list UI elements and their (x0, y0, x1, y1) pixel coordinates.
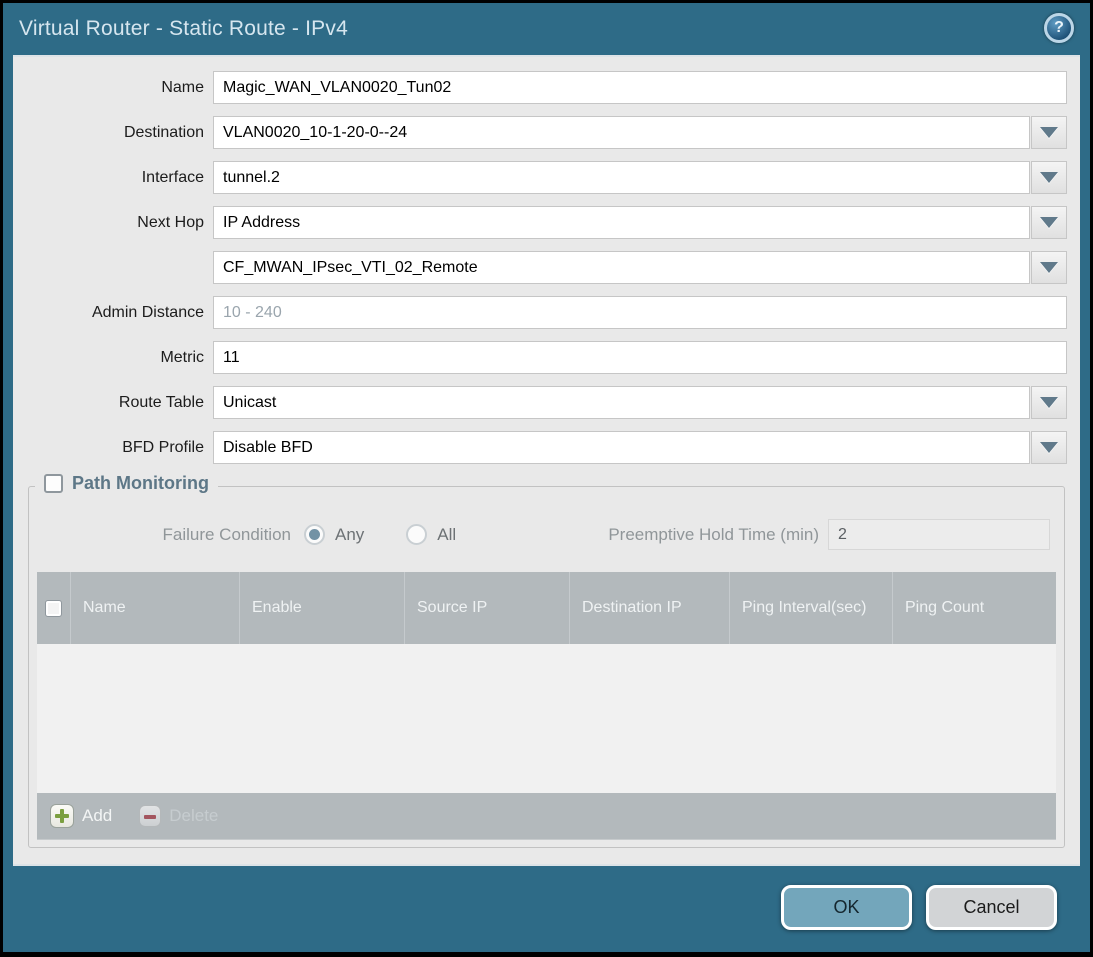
route-table-value: Unicast (223, 394, 276, 412)
dialog-footer: OK Cancel (3, 866, 1090, 952)
interface-dropdown-button[interactable] (1031, 161, 1067, 194)
chevron-down-icon (1040, 397, 1058, 408)
chevron-down-icon (1040, 442, 1058, 453)
name-input[interactable]: Magic_WAN_VLAN0020_Tun02 (213, 71, 1067, 104)
bfd-profile-dropdown-button[interactable] (1031, 431, 1067, 464)
preemptive-hold-time-input[interactable]: 2 (828, 519, 1050, 550)
form-row-admin-distance: Admin Distance 10 - 240 (13, 296, 1080, 329)
minus-icon (139, 805, 161, 827)
select-all-checkbox[interactable] (45, 600, 62, 617)
chevron-down-icon (1040, 262, 1058, 273)
column-header-ping-count[interactable]: Ping Count (892, 572, 1056, 644)
column-header-destination-ip[interactable]: Destination IP (569, 572, 729, 644)
interface-value: tunnel.2 (223, 169, 280, 187)
interface-input[interactable]: tunnel.2 (213, 161, 1030, 194)
route-table-input[interactable]: Unicast (213, 386, 1030, 419)
path-monitoring-legend: Path Monitoring (35, 473, 218, 494)
table-header-checkbox-cell (37, 572, 70, 644)
next-hop-address-input[interactable]: CF_MWAN_IPsec_VTI_02_Remote (213, 251, 1030, 284)
form-row-next-hop-address: CF_MWAN_IPsec_VTI_02_Remote (13, 251, 1080, 284)
next-hop-type-input[interactable]: IP Address (213, 206, 1030, 239)
dialog-titlebar: Virtual Router - Static Route - IPv4 ? (3, 3, 1090, 55)
failure-condition-all-label: All (437, 525, 456, 545)
metric-input[interactable]: 11 (213, 341, 1067, 374)
admin-distance-label: Admin Distance (13, 304, 213, 322)
chevron-down-icon (1040, 172, 1058, 183)
table-body-empty (37, 644, 1056, 793)
metric-label: Metric (13, 349, 213, 367)
interface-label: Interface (13, 169, 213, 187)
add-button[interactable]: Add (50, 804, 112, 828)
table-toolbar: Add Delete (37, 793, 1056, 839)
metric-value: 11 (223, 349, 240, 367)
add-button-label: Add (82, 806, 112, 826)
column-header-enable[interactable]: Enable (239, 572, 404, 644)
table-header-row: Name Enable Source IP Destination IP Pin… (37, 572, 1056, 644)
path-monitoring-section: Path Monitoring Failure Condition Any Al… (28, 486, 1065, 848)
failure-condition-any-radio[interactable] (304, 524, 325, 545)
dialog-content: Name Magic_WAN_VLAN0020_Tun02 Destinatio… (13, 55, 1080, 866)
column-header-source-ip[interactable]: Source IP (404, 572, 569, 644)
next-hop-type-dropdown-button[interactable] (1031, 206, 1067, 239)
help-glyph: ? (1054, 19, 1064, 37)
chevron-down-icon (1040, 127, 1058, 138)
dialog-title: Virtual Router - Static Route - IPv4 (19, 17, 348, 41)
next-hop-address-value: CF_MWAN_IPsec_VTI_02_Remote (223, 259, 478, 277)
cancel-button[interactable]: Cancel (926, 885, 1057, 930)
path-monitoring-table: Name Enable Source IP Destination IP Pin… (37, 572, 1056, 840)
form-row-bfd-profile: BFD Profile Disable BFD (13, 431, 1080, 464)
name-value: Magic_WAN_VLAN0020_Tun02 (223, 79, 451, 97)
static-route-dialog: Virtual Router - Static Route - IPv4 ? N… (0, 0, 1093, 957)
form-row-next-hop: Next Hop IP Address (13, 206, 1080, 239)
admin-distance-input[interactable]: 10 - 240 (213, 296, 1067, 329)
destination-label: Destination (13, 124, 213, 142)
help-icon[interactable]: ? (1044, 13, 1074, 43)
column-header-ping-interval[interactable]: Ping Interval(sec) (729, 572, 892, 644)
ok-button[interactable]: OK (781, 885, 912, 930)
preemptive-hold-time-value: 2 (838, 526, 847, 544)
next-hop-type-value: IP Address (223, 214, 300, 232)
destination-value: VLAN0020_10-1-20-0--24 (223, 124, 407, 142)
failure-condition-row: Failure Condition Any All Preemptive Hol… (29, 518, 1064, 551)
column-header-name[interactable]: Name (70, 572, 239, 644)
form-row-metric: Metric 11 (13, 341, 1080, 374)
failure-condition-all-radio[interactable] (406, 524, 427, 545)
destination-dropdown-button[interactable] (1031, 116, 1067, 149)
route-table-dropdown-button[interactable] (1031, 386, 1067, 419)
failure-condition-label: Failure Condition (29, 525, 291, 545)
destination-input[interactable]: VLAN0020_10-1-20-0--24 (213, 116, 1030, 149)
path-monitoring-checkbox[interactable] (44, 474, 63, 493)
path-monitoring-title: Path Monitoring (72, 473, 209, 494)
next-hop-address-dropdown-button[interactable] (1031, 251, 1067, 284)
bfd-profile-value: Disable BFD (223, 439, 313, 457)
bfd-profile-label: BFD Profile (13, 439, 213, 457)
chevron-down-icon (1040, 217, 1058, 228)
name-label: Name (13, 79, 213, 97)
form-row-name: Name Magic_WAN_VLAN0020_Tun02 (13, 71, 1080, 104)
preemptive-hold-time-label: Preemptive Hold Time (min) (608, 525, 819, 545)
bfd-profile-input[interactable]: Disable BFD (213, 431, 1030, 464)
form-row-interface: Interface tunnel.2 (13, 161, 1080, 194)
form-row-route-table: Route Table Unicast (13, 386, 1080, 419)
route-table-label: Route Table (13, 394, 213, 412)
delete-button[interactable]: Delete (139, 805, 218, 827)
admin-distance-placeholder: 10 - 240 (223, 304, 282, 322)
plus-icon (50, 804, 74, 828)
next-hop-label: Next Hop (13, 214, 213, 232)
form-row-destination: Destination VLAN0020_10-1-20-0--24 (13, 116, 1080, 149)
delete-button-label: Delete (169, 806, 218, 826)
failure-condition-any-label: Any (335, 525, 364, 545)
